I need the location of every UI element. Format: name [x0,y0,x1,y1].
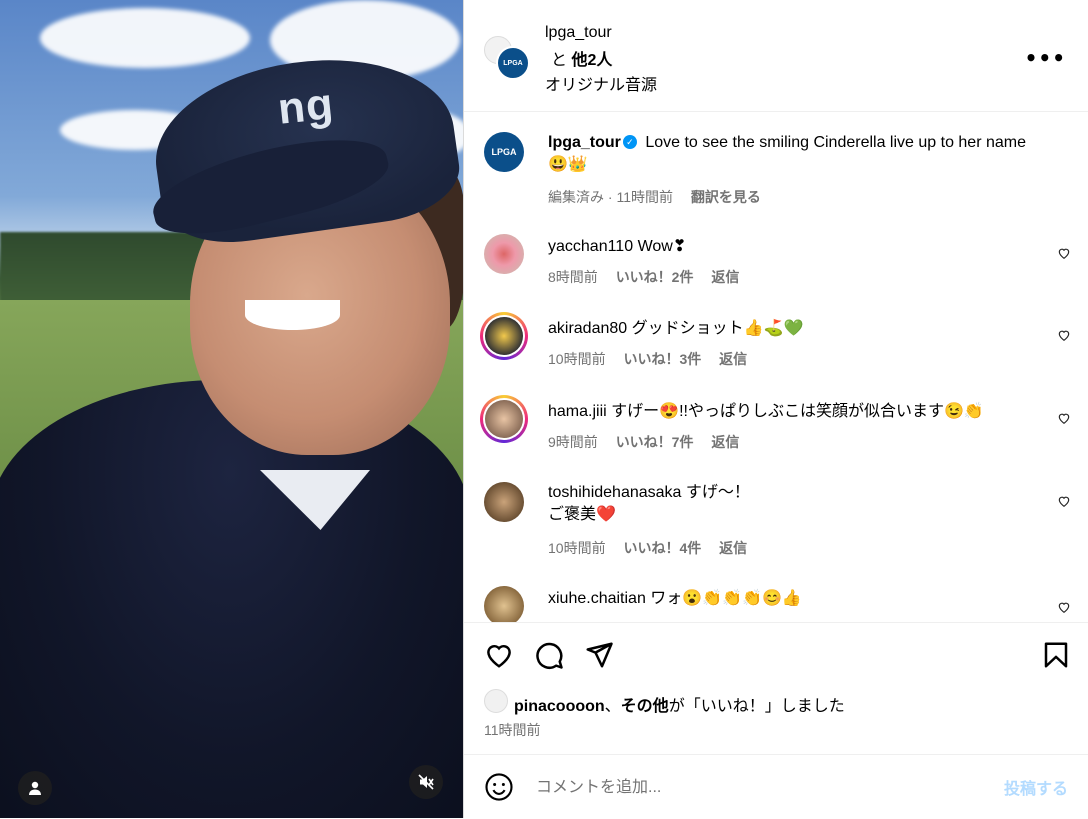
comment-body: グッドショット👍⛳💚 [631,320,804,337]
more-horizontal-icon[interactable]: ••• [1025,46,1066,70]
commenter-username[interactable]: hama.jiii [548,403,607,420]
comment-meta: 8時間前 いいね！2件 返信 [548,267,753,287]
cap-logo-text: ng [275,79,337,134]
comment-body: すげ〜！ [685,484,750,501]
comment-likes[interactable]: いいね！2件 [616,269,694,285]
header-username[interactable]: lpga_tour [545,24,612,42]
verified-badge-icon: ✓ [622,134,637,149]
share-paper-plane-icon[interactable] [584,640,614,670]
comments-scroll[interactable]: LPGA lpga_tour ✓ Love to see the smiling … [464,112,1088,623]
comment-body-line2: ご褒美❤️ [548,506,616,523]
story-ring[interactable] [480,395,528,443]
comment-text-block: yacchan110 Wow❣ [548,236,1038,258]
comment-text-block: toshihidehanasaka すげ〜！ ご褒美❤️ [548,482,1038,526]
commenter-username[interactable]: toshihidehanasaka [548,484,681,501]
comment-input[interactable] [534,775,938,801]
translate-link[interactable]: 翻訳を見る [691,189,761,205]
comment-text-block: xiuhe.chaitian ワォ😮👏👏👏😊👍 [548,588,1038,610]
comment-text-block: akiradan80 グッドショット👍⛳💚 [548,318,1038,340]
comment-bubble-icon[interactable] [534,640,564,670]
emoji-icon[interactable] [484,772,514,802]
reply-button[interactable]: 返信 [711,434,739,450]
liked-by-line: pinacoooon、その他が「いいね！」しました [514,692,845,716]
heart-outline-icon[interactable] [1057,600,1071,614]
liked-suffix: が「いいね！」しました [668,698,845,715]
collab-line: と 他2人 [551,46,612,70]
heart-icon[interactable] [484,640,514,670]
comment-time: 8時間前 [548,269,598,285]
comment-text-block: hama.jiii すげー😍!!やっぱりしぶこは笑顔が似合います😉👏 [548,401,1028,423]
commenter-username[interactable]: akiradan80 [548,320,627,337]
collab-prefix: と [551,52,568,69]
bookmark-icon[interactable] [1041,640,1071,670]
caption-meta: 編集済み · 11時間前 翻訳を見る [548,187,775,207]
caption-text-block: lpga_tour ✓ Love to see the smiling Cinde… [548,132,1038,176]
post-comment-button[interactable]: 投稿する [1004,775,1068,799]
smile [245,300,340,330]
commenter-avatar[interactable] [484,586,524,622]
comment-body: Wow❣ [637,238,687,255]
lpga-avatar[interactable]: LPGA [496,46,530,80]
heart-outline-icon[interactable] [1057,411,1071,425]
muted-speaker-icon[interactable] [409,765,443,799]
commenter-username[interactable]: yacchan110 [548,238,633,255]
reply-button[interactable]: 返信 [719,540,747,556]
liked-others-link[interactable]: その他 [621,698,669,715]
comment-meta: 9時間前 いいね！7件 返信 [548,432,753,452]
reply-button[interactable]: 返信 [719,351,747,367]
story-ring[interactable] [480,312,528,360]
commenter-avatar[interactable] [484,482,524,522]
comment-meta: 10時間前 いいね！4件 返信 [548,538,761,558]
comment-time: 10時間前 [548,540,606,556]
comment-time: 9時間前 [548,434,598,450]
comment-body: ワォ😮👏👏👏😊👍 [650,590,802,607]
collab-others-link[interactable]: 他2人 [571,52,612,69]
heart-outline-icon[interactable] [1057,328,1071,342]
action-bar: pinacoooon、その他が「いいね！」しました 11時間前 [464,623,1088,753]
caption-username[interactable]: lpga_tour [548,134,621,151]
commenter-avatar[interactable] [484,234,524,274]
lpga-logo-text: LPGA [491,147,517,157]
audio-label[interactable]: オリジナル音源 [545,71,657,95]
liked-by-avatar[interactable] [484,689,508,713]
liked-sep: 、 [604,698,621,715]
reply-button[interactable]: 返信 [711,269,739,285]
video-player[interactable]: ng [0,0,463,818]
comment-likes[interactable]: いいね！4件 [623,540,701,556]
post-side-panel: LPGA lpga_tour と 他2人 オリジナル音源 ••• LPGA lp… [463,0,1088,818]
comment-meta: 10時間前 いいね！3件 返信 [548,349,761,369]
caption-edited-time: 編集済み · 11時間前 [548,189,673,205]
post-header: LPGA lpga_tour と 他2人 オリジナル音源 ••• [464,0,1088,112]
cloud [40,8,250,68]
comment-likes[interactable]: いいね！3件 [623,351,701,367]
heart-outline-icon[interactable] [1057,246,1071,260]
comment-composer: 投稿する [464,754,1088,819]
commenter-username[interactable]: xiuhe.chaitian [548,590,646,607]
comment-time: 10時間前 [548,351,606,367]
shirt [0,380,463,818]
post-viewer: ng LPGA lpga_tour と 他2人 オリジナル音源 ••• LPGA… [0,0,1088,818]
heart-outline-icon[interactable] [1057,494,1071,508]
comment-likes[interactable]: いいね！7件 [616,434,694,450]
caption-avatar[interactable]: LPGA [484,132,524,172]
post-timestamp[interactable]: 11時間前 [484,720,541,740]
person-icon[interactable] [18,771,52,805]
comment-body: すげー😍!!やっぱりしぶこは笑顔が似合います😉👏 [611,403,984,420]
liked-by-user[interactable]: pinacoooon [514,698,605,715]
